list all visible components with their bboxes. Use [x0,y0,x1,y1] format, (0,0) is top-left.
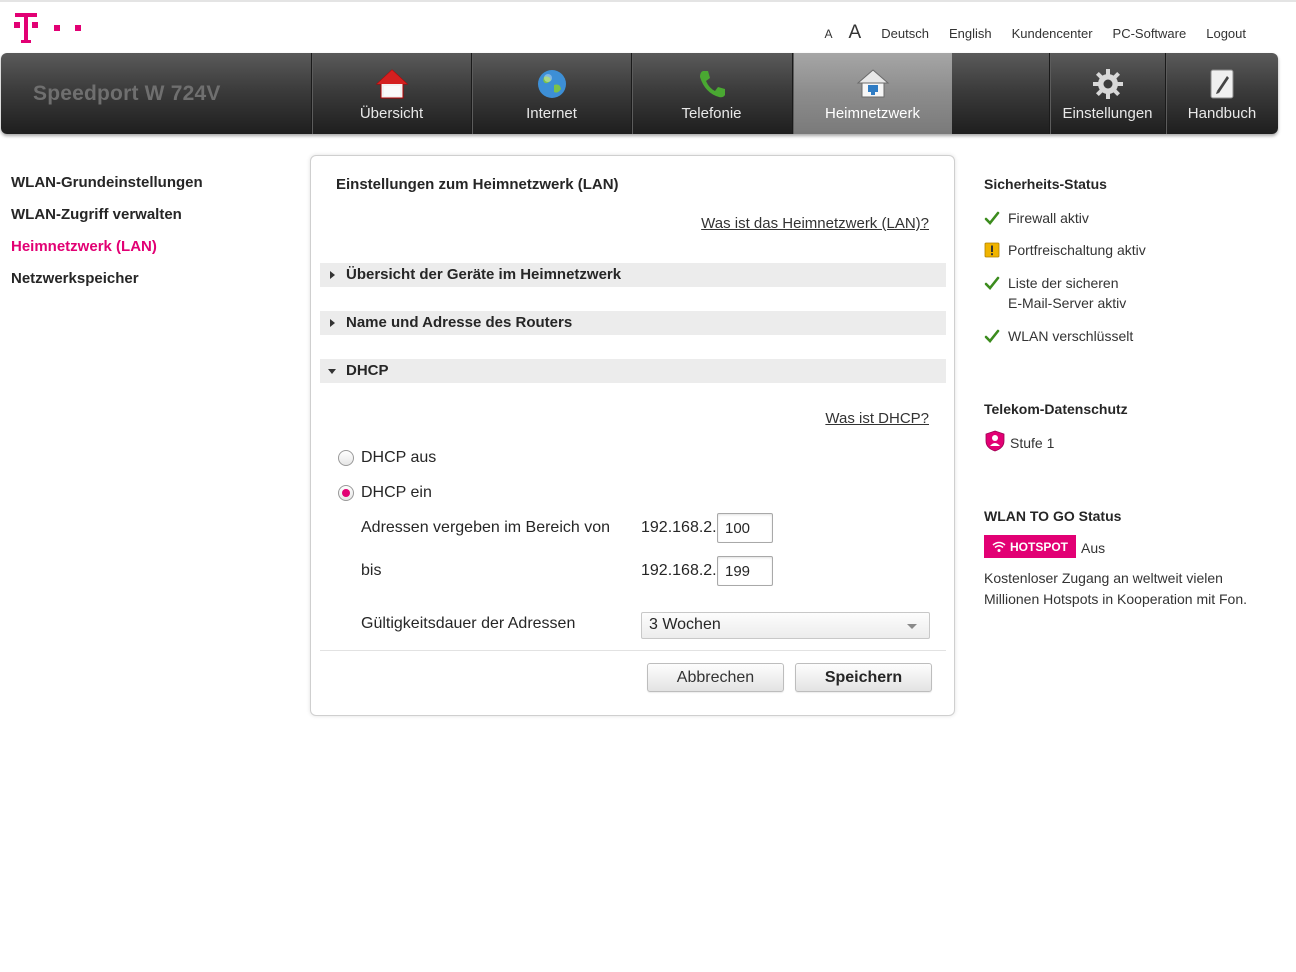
home-icon [375,69,408,99]
hotspot-description-line-1: Kostenloser Zugang an weltweit vielen [984,570,1223,586]
settings-panel: Einstellungen zum Heimnetzwerk (LAN) Was… [310,155,955,716]
sidebar-item-netzwerkspeicher[interactable]: Netzwerkspeicher [11,270,203,302]
hotspot-badge-label: HOTSPOT [1009,539,1068,554]
divider [320,650,946,651]
status-sichere-mail-server: Liste der sicheren E-Mail-Server aktiv [984,275,1126,313]
security-status-title: Sicherheits-Status [984,176,1107,192]
save-button[interactable]: Speichern [795,663,932,692]
range-to-label: bis [361,562,382,579]
section-label: DHCP [346,362,389,379]
chevron-down-icon [907,624,917,629]
nav-tab-handbuch[interactable]: Handbuch [1165,53,1278,134]
dhcp-off-label: DHCP aus [361,449,437,466]
privacy-level[interactable]: Stufe 1 [984,430,1054,453]
ip-prefix: 192.168.2. [641,519,717,536]
privacy-title: Telekom-Datenschutz [984,401,1128,417]
nav-tab-einstellungen[interactable]: Einstellungen [1049,53,1165,134]
logout-link[interactable]: Logout [1206,26,1246,41]
language-deutsch-link[interactable]: Deutsch [881,26,929,41]
nav-tab-label: Übersicht [359,105,424,122]
shield-icon [985,430,1005,452]
section-label: Name und Adresse des Routers [346,314,573,331]
nav-tab-uebersicht[interactable]: Übersicht [311,53,471,134]
ip-prefix: 192.168.2. [641,562,717,579]
nav-tab-label: Telefonie [681,105,742,122]
manual-icon [1210,69,1234,99]
nav-tab-label: Internet [526,105,577,122]
lease-duration-label: Gültigkeitsdauer der Adressen [361,615,576,632]
top-links: A A Deutsch English Kundencenter PC-Soft… [825,22,1246,44]
sidebar-item-heimnetzwerk-lan[interactable]: Heimnetzwerk (LAN) [11,238,203,270]
hotspot-state: Aus [1081,540,1106,556]
lease-duration-select[interactable]: 3 Wochen [641,612,930,639]
chevron-right-icon [330,319,335,327]
pc-software-link[interactable]: PC-Software [1113,26,1187,41]
nav-tab-label: Heimnetzwerk [824,105,921,122]
gear-icon [1092,69,1123,99]
nav-tab-internet[interactable]: Internet [471,53,631,134]
dhcp-off-radio[interactable] [338,450,354,466]
section-router-name-adresse[interactable]: Name und Adresse des Routers [320,311,946,335]
globe-icon [537,70,566,98]
lease-duration-value: 3 Wochen [649,616,721,633]
sidebar-item-wlan-zugriff[interactable]: WLAN-Zugriff verwalten [11,206,203,238]
nav-tab-telefonie[interactable]: Telefonie [631,53,791,134]
chevron-down-icon [328,369,336,374]
range-to-input[interactable] [717,556,773,586]
language-english-link[interactable]: English [949,26,992,41]
help-dhcp-link[interactable]: Was ist DHCP? [825,410,929,427]
section-label: Übersicht der Geräte im Heimnetzwerk [346,266,622,283]
status-portfreischaltung: Portfreischaltung aktiv [984,242,1146,260]
warning-icon [984,242,1000,258]
device-name: Speedport W 724V [33,82,221,105]
hotspot-badge[interactable]: HOTSPOT [984,535,1076,558]
dhcp-on-option[interactable]: DHCP ein [338,484,432,502]
hotspot-description-line-2: Millionen Hotspots in Kooperation mit Fo… [984,591,1248,607]
help-lan-link[interactable]: Was ist das Heimnetzwerk (LAN)? [701,215,929,232]
top-border [0,0,1296,2]
nav-tab-heimnetzwerk[interactable]: Heimnetzwerk [792,53,952,134]
dhcp-on-radio[interactable] [338,485,354,501]
wifi-icon [992,541,1006,552]
wlan-to-go-title: WLAN TO GO Status [984,508,1122,524]
phone-icon [699,71,725,98]
chevron-right-icon [330,271,335,279]
dhcp-on-label: DHCP ein [361,484,432,501]
dhcp-off-option[interactable]: DHCP aus [338,449,436,467]
cancel-button[interactable]: Abbrechen [647,663,784,692]
section-dhcp[interactable]: DHCP [320,359,946,383]
telekom-logo[interactable] [12,10,92,46]
kundencenter-link[interactable]: Kundencenter [1012,26,1093,41]
status-wlan-verschluesselt: WLAN verschlüsselt [984,328,1133,346]
check-icon [984,211,1000,225]
font-size-small-link[interactable]: A [825,27,833,41]
nav-tab-label: Handbuch [1187,105,1257,122]
sidebar-item-wlan-grundeinstellungen[interactable]: WLAN-Grundeinstellungen [11,174,203,206]
range-from-input[interactable] [717,513,773,543]
page-title: Einstellungen zum Heimnetzwerk (LAN) [336,176,619,193]
range-from-label: Adressen vergeben im Bereich von [361,519,611,536]
check-icon [984,329,1000,343]
check-icon [984,276,1000,290]
status-firewall: Firewall aktiv [984,210,1089,228]
section-geraete-uebersicht[interactable]: Übersicht der Geräte im Heimnetzwerk [320,263,946,287]
sidebar: WLAN-Grundeinstellungen WLAN-Zugriff ver… [11,174,203,302]
font-size-large-link[interactable]: A [849,22,862,44]
home-network-icon [856,69,889,98]
main-navigation: Speedport W 724V Übersicht Internet Tele… [1,53,1278,134]
nav-tab-label: Einstellungen [1062,105,1153,122]
